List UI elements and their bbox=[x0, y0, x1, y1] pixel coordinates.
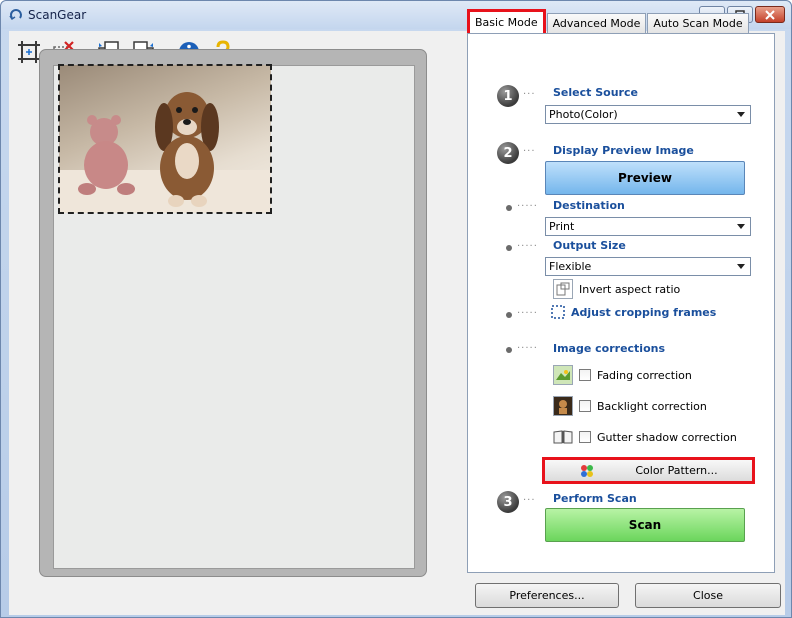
select-source-value: Photo(Color) bbox=[549, 108, 618, 121]
substep-connector: ····· bbox=[517, 343, 538, 354]
close-button[interactable]: Close bbox=[635, 583, 781, 608]
chevron-down-icon bbox=[737, 224, 745, 229]
chevron-down-icon bbox=[737, 112, 745, 117]
adjust-cropping-row[interactable]: Adjust cropping frames bbox=[551, 305, 716, 319]
color-pattern-icon bbox=[581, 464, 594, 477]
preview-button[interactable]: Preview bbox=[545, 161, 745, 195]
scan-button-label: Scan bbox=[628, 518, 662, 532]
mode-tabs: Basic Mode Advanced Mode Auto Scan Mode bbox=[467, 9, 750, 33]
window-title: ScanGear bbox=[28, 8, 87, 22]
substep-connector: ····· bbox=[517, 241, 538, 252]
step-2-badge: 2 bbox=[497, 142, 519, 164]
invert-aspect-ratio-icon[interactable] bbox=[553, 279, 573, 299]
fading-correction-icon bbox=[553, 365, 573, 385]
backlight-correction-label: Backlight correction bbox=[597, 399, 707, 413]
close-button-label: Close bbox=[693, 589, 723, 602]
substep-connector: ····· bbox=[517, 201, 538, 212]
close-window-button[interactable] bbox=[755, 6, 785, 23]
gutter-shadow-correction-row[interactable]: Gutter shadow correction bbox=[553, 427, 737, 447]
preview-button-label: Preview bbox=[617, 171, 672, 185]
preferences-button[interactable]: Preferences... bbox=[475, 583, 619, 608]
gutter-shadow-correction-icon bbox=[553, 427, 573, 447]
close-icon bbox=[765, 9, 775, 20]
substep-connector: ····· bbox=[517, 308, 538, 319]
output-size-dropdown[interactable]: Flexible bbox=[545, 257, 751, 276]
gutter-shadow-correction-label: Gutter shadow correction bbox=[597, 430, 737, 444]
destination-label: Destination bbox=[553, 199, 625, 212]
gutter-shadow-correction-checkbox[interactable] bbox=[579, 431, 591, 443]
scangear-window: ScanGear Basic Mode Advanced Mode Auto S… bbox=[0, 0, 792, 618]
select-source-dropdown[interactable]: Photo(Color) bbox=[545, 105, 751, 124]
chevron-down-icon bbox=[737, 264, 745, 269]
crop-frame[interactable] bbox=[58, 64, 272, 214]
adjust-cropping-label: Adjust cropping frames bbox=[571, 305, 717, 319]
output-size-label: Output Size bbox=[553, 239, 626, 252]
step-connector: ··· bbox=[523, 89, 536, 100]
destination-value: Print bbox=[549, 220, 575, 233]
color-pattern-label: Color Pattern... bbox=[635, 464, 718, 477]
perform-scan-label: Perform Scan bbox=[553, 492, 637, 505]
substep-bullet bbox=[506, 312, 512, 318]
step-connector: ··· bbox=[523, 495, 536, 506]
image-corrections-label: Image corrections bbox=[553, 342, 666, 355]
invert-aspect-ratio-row[interactable]: Invert aspect ratio bbox=[553, 279, 680, 299]
fading-correction-checkbox[interactable] bbox=[579, 369, 591, 381]
fading-correction-row[interactable]: Fading correction bbox=[553, 365, 692, 385]
step-3-badge: 3 bbox=[497, 491, 519, 513]
select-source-label: Select Source bbox=[553, 86, 638, 99]
scan-button[interactable]: Scan bbox=[545, 508, 745, 542]
step-connector: ··· bbox=[523, 146, 536, 157]
step-1-badge: 1 bbox=[497, 85, 519, 107]
fading-correction-label: Fading correction bbox=[597, 368, 692, 382]
backlight-correction-icon bbox=[553, 396, 573, 416]
tab-auto-scan-mode[interactable]: Auto Scan Mode bbox=[647, 13, 749, 33]
substep-bullet bbox=[506, 347, 512, 353]
invert-aspect-ratio-label: Invert aspect ratio bbox=[579, 282, 681, 296]
backlight-correction-checkbox[interactable] bbox=[579, 400, 591, 412]
cropping-frame-icon bbox=[551, 305, 565, 319]
output-size-value: Flexible bbox=[549, 260, 592, 273]
substep-bullet bbox=[506, 205, 512, 211]
color-pattern-button[interactable]: Color Pattern... bbox=[542, 457, 755, 484]
tab-advanced-mode[interactable]: Advanced Mode bbox=[546, 13, 647, 33]
display-preview-label: Display Preview Image bbox=[553, 144, 694, 157]
backlight-correction-row[interactable]: Backlight correction bbox=[553, 396, 707, 416]
preferences-button-label: Preferences... bbox=[509, 589, 585, 602]
scangear-app-icon bbox=[9, 9, 22, 21]
substep-bullet bbox=[506, 245, 512, 251]
destination-dropdown[interactable]: Print bbox=[545, 217, 751, 236]
tab-basic-mode[interactable]: Basic Mode bbox=[467, 9, 546, 33]
